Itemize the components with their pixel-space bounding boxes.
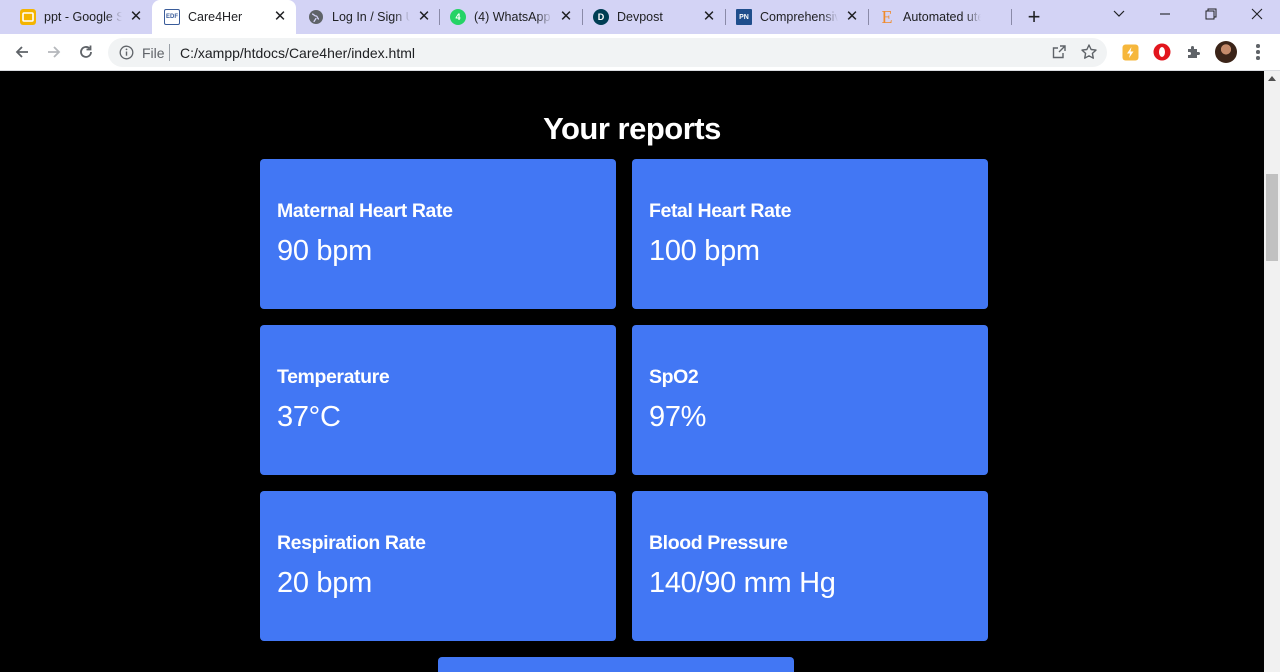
profile-avatar[interactable] [1215, 41, 1237, 63]
arrow-right-icon [48, 46, 61, 58]
tab-strip: ppt - Google Sl ✕ EDF Care4Her ✕ Log In … [0, 0, 1280, 34]
close-icon[interactable]: ✕ [701, 9, 717, 25]
close-icon[interactable]: ✕ [416, 9, 432, 25]
tab-comprehensive[interactable]: PN Comprehensive ✕ [726, 0, 868, 34]
close-icon [1251, 8, 1263, 20]
report-value: 140/90 mm Hg [649, 567, 836, 599]
report-label: Temperature [277, 366, 390, 388]
report-value: 20 bpm [277, 567, 372, 599]
browser-menu-button[interactable] [1248, 41, 1268, 63]
url-input[interactable] [180, 43, 1020, 62]
devpost-icon: D [593, 9, 609, 25]
minimize-button[interactable] [1142, 0, 1188, 34]
tab-whatsapp[interactable]: 4 (4) WhatsApp ✕ [440, 0, 582, 34]
report-card-blood-pressure: Blood Pressure 140/90 mm Hg [632, 491, 988, 641]
report-card-maternal-heart-rate: Maternal Heart Rate 90 bpm [260, 159, 616, 309]
restore-icon [1205, 8, 1217, 20]
report-card-partial [438, 657, 794, 672]
close-window-button[interactable] [1234, 0, 1280, 34]
browser-toolbar: File [0, 34, 1280, 71]
tab-title: Automated ute [903, 10, 981, 24]
bookmark-star-icon[interactable] [1080, 43, 1098, 66]
close-icon[interactable]: ✕ [558, 9, 574, 25]
report-value: 100 bpm [649, 235, 760, 267]
report-label: Blood Pressure [649, 532, 788, 554]
close-icon[interactable]: ✕ [272, 9, 288, 25]
page-viewport: Your reports Maternal Heart Rate 90 bpm … [0, 71, 1264, 672]
elsevier-logo-icon: E [881, 6, 893, 27]
google-slides-icon [20, 9, 36, 25]
report-value: 37°C [277, 401, 341, 433]
extension-opera-icon[interactable] [1152, 42, 1172, 62]
address-bar[interactable]: File [108, 38, 1107, 67]
report-label: Fetal Heart Rate [649, 200, 792, 222]
tab-log-in[interactable]: Log In / Sign Up ✕ [296, 0, 440, 34]
scroll-up-arrow-icon[interactable] [1268, 76, 1276, 81]
tab-automated[interactable]: E Automated ute ✕ [869, 0, 1011, 34]
globe-icon [308, 9, 324, 25]
new-tab-button[interactable]: + [1022, 5, 1046, 29]
tab-title: ppt - Google Sl [44, 10, 122, 24]
report-card-fetal-heart-rate: Fetal Heart Rate 100 bpm [632, 159, 988, 309]
reload-button[interactable] [72, 38, 100, 66]
reload-icon [80, 45, 92, 58]
tab-search-dropdown-button[interactable] [1096, 0, 1142, 34]
tab-care4her[interactable]: EDF Care4Her ✕ [152, 0, 296, 34]
journal-logo-icon: PN [736, 9, 752, 25]
tab-title: Log In / Sign Up [332, 10, 410, 24]
close-icon[interactable]: ✕ [128, 9, 144, 25]
tab-title: Comprehensive [760, 10, 838, 24]
whatsapp-icon: 4 [450, 9, 466, 25]
report-card-respiration-rate: Respiration Rate 20 bpm [260, 491, 616, 641]
divider [169, 44, 170, 61]
pdf-document-icon: EDF [164, 9, 180, 25]
page-title: Your reports [543, 111, 721, 146]
minimize-icon [1160, 13, 1170, 15]
share-icon[interactable] [1051, 44, 1067, 65]
close-icon[interactable]: ✕ [844, 9, 860, 25]
restore-button[interactable] [1188, 0, 1234, 34]
chevron-down-icon [1113, 10, 1125, 17]
tab-google-slides[interactable]: ppt - Google Sl ✕ [0, 0, 152, 34]
tab-title: Care4Her [188, 10, 243, 24]
forward-button[interactable] [40, 38, 68, 66]
report-label: Maternal Heart Rate [277, 200, 453, 222]
report-value: 90 bpm [277, 235, 372, 267]
report-card-spo2: SpO2 97% [632, 325, 988, 475]
scrollbar-thumb[interactable] [1266, 174, 1278, 261]
arrow-left-icon [15, 46, 28, 58]
back-button[interactable] [8, 38, 36, 66]
report-label: SpO2 [649, 366, 699, 388]
tab-devpost[interactable]: D Devpost ✕ [583, 0, 725, 34]
more-vert-icon [1256, 44, 1260, 48]
tab-title: Devpost [617, 10, 663, 24]
extension-bolt-icon[interactable] [1120, 42, 1140, 62]
tab-separator [1011, 9, 1012, 25]
tab-title: (4) WhatsApp [474, 10, 551, 24]
report-label: Respiration Rate [277, 532, 426, 554]
extensions-puzzle-icon[interactable] [1184, 42, 1204, 62]
report-value: 97% [649, 401, 707, 433]
info-icon[interactable] [119, 45, 134, 65]
report-card-temperature: Temperature 37°C [260, 325, 616, 475]
url-scheme-label: File [142, 45, 165, 61]
page-scrollbar[interactable] [1264, 71, 1280, 672]
